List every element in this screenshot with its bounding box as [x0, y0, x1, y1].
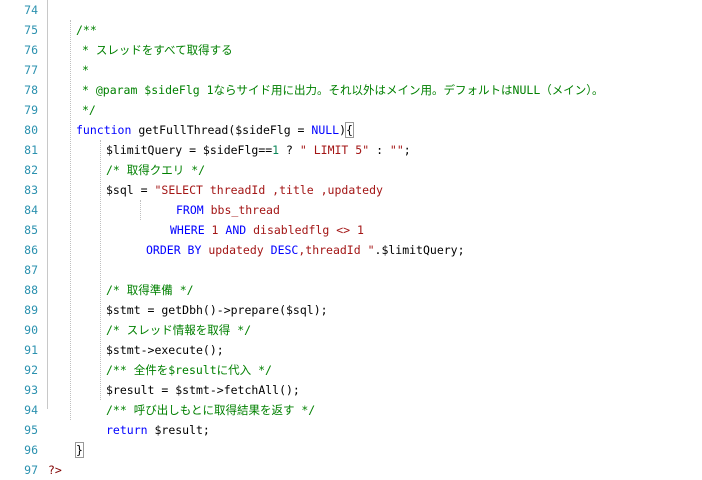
code-token: /** 呼び出しもとに取得結果を返す */	[106, 403, 316, 417]
code-token: $sql =	[106, 183, 155, 197]
code-token: 1	[204, 223, 226, 237]
line-number: 81	[24, 143, 38, 157]
code-line[interactable]: WHERE 1 AND disabledflg <> 1	[170, 220, 364, 240]
line-number: 96	[24, 443, 38, 457]
code-token: $result;	[147, 423, 210, 437]
code-token: .$limitQuery;	[374, 243, 465, 257]
line-number: 84	[24, 203, 38, 217]
code-line[interactable]: return $result;	[106, 420, 210, 440]
line-number-gutter: 74 75 76 77 78 79 80 81 82 83 84 85 86 87 88 89 90 91 92 93…	[0, 0, 38, 477]
code-token: return	[106, 423, 148, 437]
code-token: $stmt->execute();	[106, 343, 224, 357]
code-line[interactable]: /* スレッド情報を取得 */	[106, 320, 251, 340]
code-token: " LIMIT 5"	[299, 143, 370, 157]
code-token: *	[82, 63, 89, 77]
code-token: * スレッドをすべて取得する	[82, 43, 233, 57]
indent-guide	[140, 200, 141, 220]
code-line[interactable]: ?>	[48, 460, 62, 480]
line-number: 74	[24, 3, 38, 17]
code-token: $result = $stmt->fetchAll();	[106, 383, 300, 397]
code-line[interactable]: ORDER BY updatedy DESC,threadId ".$limit…	[146, 240, 465, 260]
code-token: disabledflg <> 1	[246, 223, 364, 237]
line-number: 89	[24, 303, 38, 317]
indent-guide	[70, 20, 71, 420]
line-number: 79	[24, 103, 38, 117]
code-token: WHERE	[170, 223, 205, 237]
code-token: ,threadId "	[298, 243, 375, 257]
code-token: /**	[76, 23, 97, 37]
matched-brace: }	[75, 442, 84, 458]
line-number: 91	[24, 343, 38, 357]
line-number: 77	[24, 63, 38, 77]
line-number: 86	[24, 243, 38, 257]
line-number: 94	[24, 403, 38, 417]
line-number: 97	[24, 463, 38, 477]
line-number: 88	[24, 283, 38, 297]
code-token: $stmt = getDbh()->prepare($sql);	[106, 303, 328, 317]
code-token: * @param $sideFlg 1ならサイド用に出力。それ以外はメイン用。デ…	[82, 83, 604, 97]
code-line[interactable]: }	[75, 440, 84, 460]
line-number: 82	[24, 163, 38, 177]
code-token: ""	[389, 143, 404, 157]
code-line[interactable]: /* 取得準備 */	[106, 280, 194, 300]
code-token: /* スレッド情報を取得 */	[106, 323, 252, 337]
code-line[interactable]: /** 呼び出しもとに取得結果を返す */	[106, 400, 315, 420]
code-token: */	[82, 103, 96, 117]
code-token: getFullThread($sideFlg =	[131, 123, 312, 137]
code-line[interactable]: $limitQuery = $sideFlg==1 ? " LIMIT 5" :…	[106, 140, 411, 160]
code-token: )	[339, 123, 347, 137]
code-token: /** 全件を$resultに代入 */	[106, 363, 272, 377]
code-token: :	[369, 143, 390, 157]
line-number: 78	[24, 83, 38, 97]
code-line[interactable]: /* 取得クエリ */	[106, 160, 205, 180]
code-line[interactable]: /** 全件を$resultに代入 */	[106, 360, 272, 380]
code-line[interactable]: FROM bbs_thread	[176, 200, 280, 220]
line-number: 75	[24, 23, 38, 37]
code-token: NULL	[311, 123, 340, 137]
code-token: ;	[403, 143, 411, 157]
code-token: ?	[279, 143, 300, 157]
code-token: ORDER BY	[146, 243, 202, 257]
code-line[interactable]: $stmt->execute();	[106, 340, 224, 360]
line-number: 85	[24, 223, 38, 237]
line-number: 92	[24, 363, 38, 377]
code-line[interactable]: *	[82, 60, 89, 80]
code-line[interactable]: /**	[76, 20, 97, 40]
code-editor[interactable]: 74 75 76 77 78 79 80 81 82 83 84 85 86 87 88 89 90 91 92 93…	[0, 0, 702, 477]
code-line[interactable]: function getFullThread($sideFlg = NULL){	[76, 120, 354, 140]
code-line[interactable]: */	[82, 100, 96, 120]
code-line[interactable]: $result = $stmt->fetchAll();	[106, 380, 300, 400]
line-number: 76	[24, 43, 38, 57]
matched-brace: {	[345, 122, 354, 138]
code-token: AND	[225, 223, 247, 237]
code-token: DESC	[270, 243, 299, 257]
gutter-divider	[47, 0, 48, 409]
code-token: ?>	[48, 463, 62, 477]
indent-guide	[100, 140, 101, 400]
code-line[interactable]: * @param $sideFlg 1ならサイド用に出力。それ以外はメイン用。デ…	[82, 80, 604, 100]
code-line[interactable]: $stmt = getDbh()->prepare($sql);	[106, 300, 328, 320]
code-line[interactable]: * スレッドをすべて取得する	[82, 40, 233, 60]
code-token: bbs_thread	[203, 203, 280, 217]
line-number: 80	[24, 123, 38, 137]
code-token: updatedy	[201, 243, 271, 257]
line-number: 83	[24, 183, 38, 197]
code-token: FROM	[176, 203, 204, 217]
code-token: $limitQuery = $sideFlg==	[106, 143, 273, 157]
line-number: 93	[24, 383, 38, 397]
code-token: "SELECT threadId ,title ,updatedy	[154, 183, 383, 197]
code-token: /* 取得クエリ */	[106, 163, 206, 177]
line-number: 90	[24, 323, 38, 337]
code-line[interactable]: $sql = "SELECT threadId ,title ,updatedy	[106, 180, 383, 200]
line-number: 95	[24, 423, 38, 437]
code-token: /* 取得準備 */	[106, 283, 194, 297]
line-number: 87	[24, 263, 38, 277]
code-token: function	[76, 123, 132, 137]
